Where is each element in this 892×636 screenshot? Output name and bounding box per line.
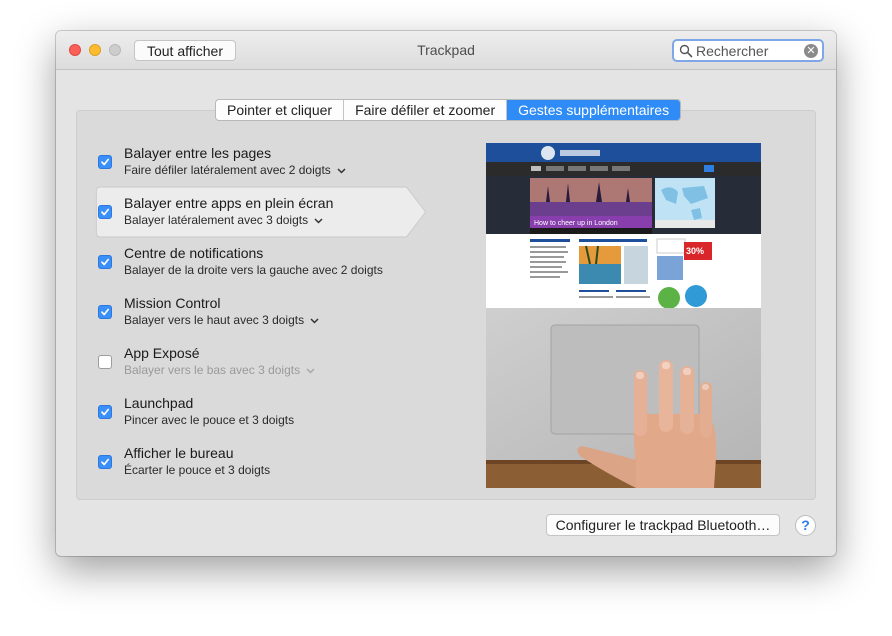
gesture-subtitle: Balayer vers le bas avec 3 doigts [124,363,315,377]
launchpad-checkbox[interactable] [98,405,112,419]
checkmark-icon [101,458,110,466]
checkmark-icon [101,308,110,316]
gesture-option-label: Balayer vers le haut avec 3 doigts [124,313,305,327]
gesture-title: Launchpad [124,395,194,411]
swipe-pages-checkbox[interactable] [98,155,112,169]
gesture-row-mission-control[interactable]: Mission Control Balayer vers le haut ave… [90,289,430,339]
app-expose-checkbox[interactable] [98,355,112,369]
show-desktop-checkbox[interactable] [98,455,112,469]
title-bar: Tout afficher Trackpad ✕ [56,31,836,70]
preview-ad-percent: 30% [686,246,704,256]
mission-control-checkbox[interactable] [98,305,112,319]
search-input[interactable] [696,42,802,59]
checkmark-icon [101,158,110,166]
tab-bar: Pointer et cliquer Faire défiler et zoom… [215,99,682,121]
selection-highlight [95,186,427,238]
preferences-window: Tout afficher Trackpad ✕ Pointer et cliq… [56,31,836,556]
gesture-option-label: Balayer vers le bas avec 3 doigts [124,363,301,377]
gesture-subtitle[interactable]: Balayer vers le haut avec 3 doigts [124,313,319,327]
gesture-title: Afficher le bureau [124,445,234,461]
checkmark-icon [101,408,110,416]
gesture-subtitle: Pincer avec le pouce et 3 doigts [124,413,295,427]
chevron-down-icon[interactable] [337,168,346,174]
gesture-option-label: Balayer latéralement avec 3 doigts [124,213,309,227]
gesture-subtitle[interactable]: Faire défiler latéralement avec 2 doigts [124,163,346,177]
clear-search-icon[interactable]: ✕ [804,44,818,58]
gesture-row-swipe-fullscreen-apps[interactable]: Balayer entre apps en plein écran Balaye… [90,186,430,239]
chevron-down-icon[interactable] [314,218,323,224]
trackpad-gesture-illustration: How to cheer up in London 30% [486,138,761,488]
gesture-title: Mission Control [124,295,221,311]
gesture-option-label: Faire défiler latéralement avec 2 doigts [124,163,331,177]
gesture-title: Centre de notifications [124,245,264,261]
preview-headline: How to cheer up in London [534,220,618,227]
tab-point-and-click[interactable]: Pointer et cliquer [216,100,345,120]
checkmark-icon [101,208,110,216]
tab-more-gestures[interactable]: Gestes supplémentaires [507,100,681,120]
gesture-row-launchpad[interactable]: Launchpad Pincer avec le pouce et 3 doig… [90,389,430,439]
checkmark-icon [101,258,110,266]
gesture-subtitle: Écarter le pouce et 3 doigts [124,463,271,477]
search-field[interactable]: ✕ [672,39,824,62]
gesture-row-app-expose[interactable]: App Exposé Balayer vers le bas avec 3 do… [90,339,430,389]
gesture-row-notification-center[interactable]: Centre de notifications Balayer de la dr… [90,239,430,289]
gesture-title: Balayer entre apps en plein écran [124,195,334,211]
configure-bluetooth-trackpad-button[interactable]: Configurer le trackpad Bluetooth… [546,514,780,536]
gesture-row-swipe-pages[interactable]: Balayer entre les pages Faire défiler la… [90,139,430,189]
gesture-title: App Exposé [124,345,200,361]
gesture-row-show-desktop[interactable]: Afficher le bureau Écarter le pouce et 3… [90,439,430,489]
chevron-down-icon[interactable] [310,318,319,324]
help-button[interactable]: ? [795,515,816,536]
chevron-down-icon [306,368,315,374]
gesture-subtitle[interactable]: Balayer latéralement avec 3 doigts [124,213,323,227]
swipe-fullscreen-apps-checkbox[interactable] [98,205,112,219]
gesture-title: Balayer entre les pages [124,145,272,161]
search-icon [679,44,693,58]
tab-scroll-and-zoom[interactable]: Faire défiler et zoomer [344,100,508,120]
notification-center-checkbox[interactable] [98,255,112,269]
gesture-subtitle: Balayer de la droite vers la gauche avec… [124,263,383,277]
gesture-preview-video: How to cheer up in London 30% [486,138,761,488]
